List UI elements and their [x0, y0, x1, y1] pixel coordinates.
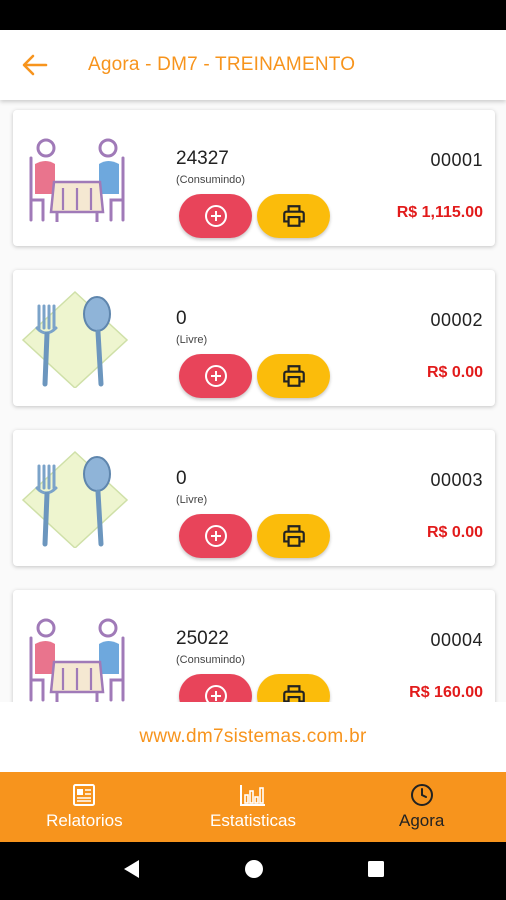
table-card[interactable]: 0 (Livre) 00002 R$ 0.00	[13, 270, 495, 406]
arrow-left-icon	[22, 54, 48, 76]
add-item-button[interactable]	[179, 354, 252, 398]
print-button[interactable]	[257, 354, 330, 398]
table-code: 0	[176, 468, 187, 489]
triangle-back-icon	[124, 859, 140, 878]
bottom-navigation: Relatorios Estatisticas Agora	[0, 772, 506, 842]
plus-circle-icon	[204, 685, 227, 702]
print-button[interactable]	[257, 194, 330, 238]
add-item-button[interactable]	[179, 674, 252, 702]
system-navigation-bar	[0, 842, 506, 900]
table-status: (Livre)	[176, 494, 208, 506]
app-bar: Agora - DM7 - TREINAMENTO	[0, 30, 506, 100]
status-bar	[0, 0, 506, 30]
table-status: (Livre)	[176, 334, 208, 346]
nav-estatisticas[interactable]: Estatisticas	[169, 772, 338, 842]
nav-relatorios[interactable]: Relatorios	[0, 772, 169, 842]
table-total: R$ 0.00	[426, 364, 483, 381]
table-number: 00003	[430, 470, 483, 490]
table-card[interactable]: 24327 (Consumindo) 00001 R$ 1,115.00	[13, 110, 495, 246]
cutlery-icon	[21, 450, 129, 548]
table-number: 00002	[430, 310, 483, 330]
printer-icon	[282, 205, 305, 227]
table-status: (Consumindo)	[176, 174, 246, 186]
nav-label: Estatisticas	[210, 811, 296, 830]
table-number: 00004	[430, 630, 483, 650]
print-button[interactable]	[257, 674, 330, 702]
printer-icon	[282, 525, 305, 547]
table-status: (Consumindo)	[176, 654, 246, 666]
system-home-button[interactable]	[244, 859, 264, 884]
table-code: 24327	[176, 148, 229, 169]
square-recents-icon	[367, 860, 384, 877]
back-button[interactable]	[18, 50, 52, 80]
table-total: R$ 1,115.00	[396, 204, 483, 221]
newspaper-icon	[73, 784, 96, 806]
nav-label: Agora	[398, 811, 445, 830]
table-card[interactable]: 25022 (Consumindo) 00004 R$ 160.00	[13, 590, 495, 702]
printer-icon	[282, 365, 305, 387]
website-footer: www.dm7sistemas.com.br	[0, 702, 506, 772]
table-total: R$ 0.00	[426, 524, 483, 541]
nav-label: Relatorios	[46, 811, 123, 830]
printer-icon	[282, 685, 305, 702]
plus-circle-icon	[204, 525, 227, 547]
nav-agora[interactable]: Agora	[337, 772, 506, 842]
system-recents-button[interactable]	[367, 860, 385, 883]
add-item-button[interactable]	[179, 194, 252, 238]
table-list[interactable]: 24327 (Consumindo) 00001 R$ 1,115.00 0 (…	[0, 100, 506, 702]
occupied-table-icon	[29, 618, 125, 702]
print-button[interactable]	[257, 514, 330, 558]
system-back-button[interactable]	[121, 858, 141, 885]
table-card[interactable]: 0 (Livre) 00003 R$ 0.00	[13, 430, 495, 566]
circle-home-icon	[244, 859, 263, 878]
table-number: 00001	[430, 150, 483, 170]
cutlery-icon	[21, 290, 129, 388]
table-code: 25022	[176, 628, 229, 649]
table-code: 0	[176, 308, 187, 329]
bar-chart-icon	[240, 785, 265, 806]
page-title: Agora - DM7 - TREINAMENTO	[88, 54, 356, 75]
plus-circle-icon	[204, 205, 227, 227]
occupied-table-icon	[29, 138, 125, 222]
clock-icon	[410, 784, 433, 806]
website-link[interactable]: www.dm7sistemas.com.br	[139, 726, 366, 748]
table-total: R$ 160.00	[409, 684, 483, 701]
add-item-button[interactable]	[179, 514, 252, 558]
plus-circle-icon	[204, 365, 227, 387]
